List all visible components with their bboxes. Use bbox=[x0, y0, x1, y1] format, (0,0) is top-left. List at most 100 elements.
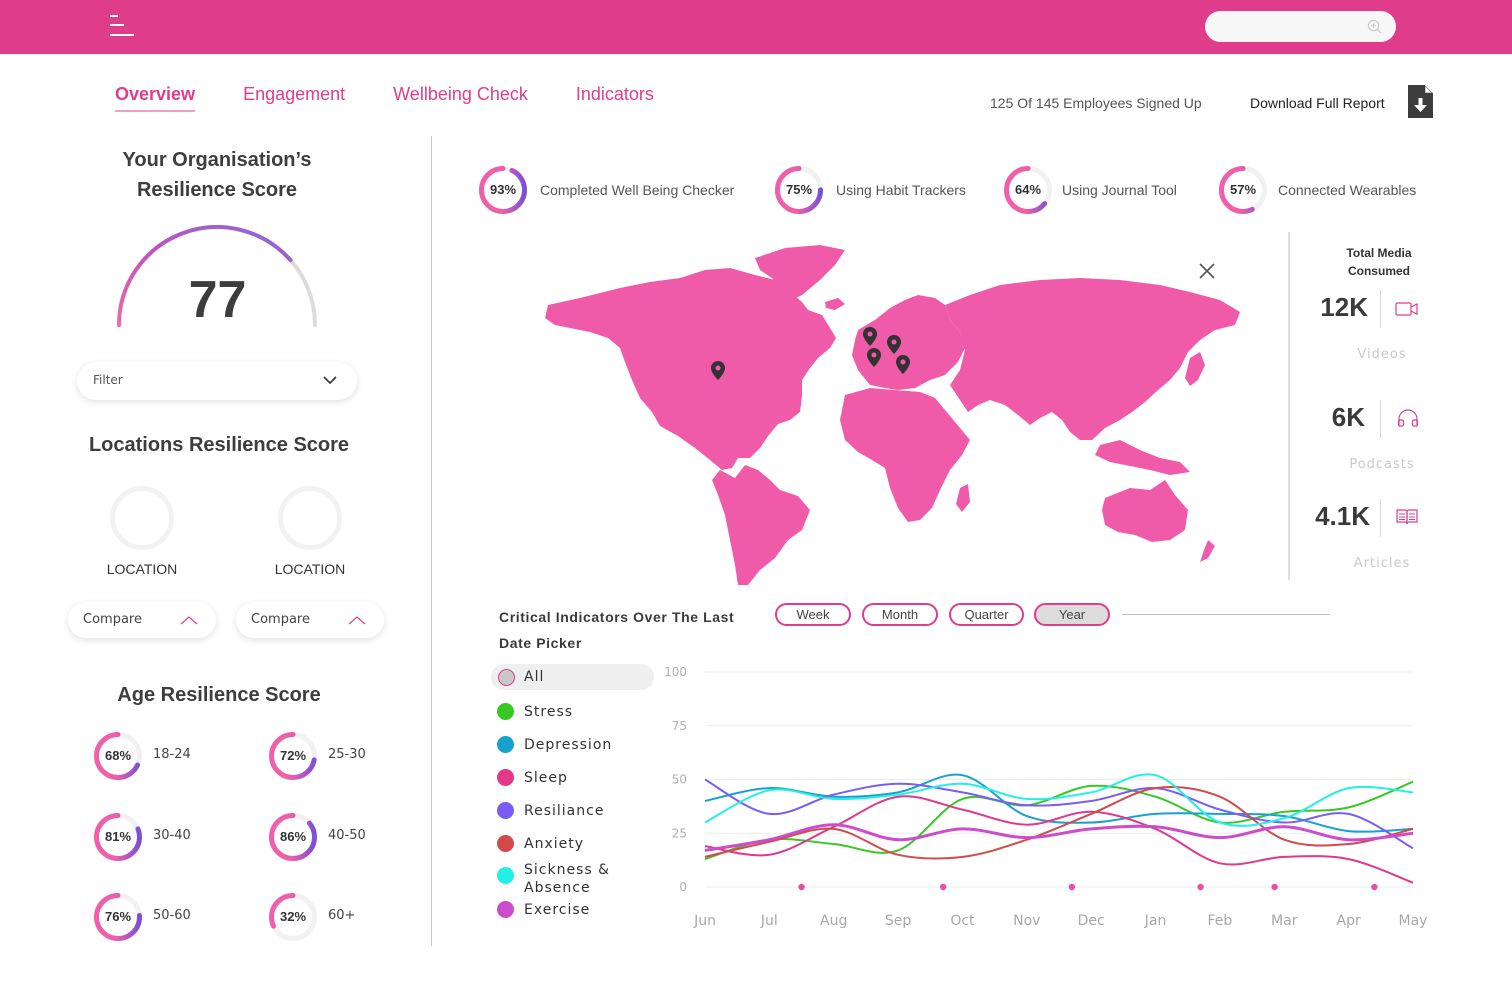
world-map bbox=[545, 245, 1240, 585]
tab-overview[interactable]: Overview bbox=[115, 84, 196, 112]
ring-percent: 57% bbox=[1229, 182, 1257, 197]
x-tick-label: Jan bbox=[1144, 913, 1167, 929]
date-picker-label[interactable]: Date Picker bbox=[499, 630, 734, 656]
engagement-stat-label: Completed Well Being Checker bbox=[540, 182, 735, 198]
period-month-button[interactable]: Month bbox=[862, 603, 938, 626]
y-tick-label: 25 bbox=[672, 826, 687, 840]
japan bbox=[1185, 352, 1205, 386]
age-score-ring: 81% bbox=[93, 812, 143, 862]
x-tick-label: Feb bbox=[1208, 913, 1233, 929]
legend-color-dot bbox=[497, 703, 514, 720]
chevron-up-icon bbox=[348, 616, 366, 625]
tab-indicators[interactable]: Indicators bbox=[576, 84, 654, 110]
southeast-asia bbox=[1095, 440, 1190, 475]
legend-label-line: Absence bbox=[524, 880, 591, 896]
x-tick-label: Aug bbox=[820, 913, 847, 929]
ring-percent: 32% bbox=[279, 909, 307, 924]
age-range-label: 18-24 bbox=[153, 747, 191, 762]
column-divider bbox=[431, 136, 432, 946]
engagement-stat-ring: 57% bbox=[1218, 165, 1268, 215]
period-year-button[interactable]: Year bbox=[1034, 603, 1110, 626]
location-score-ring bbox=[110, 486, 174, 550]
x-tick-label: Oct bbox=[950, 913, 975, 929]
compare-label: Compare bbox=[83, 612, 142, 627]
period-quarter-button[interactable]: Quarter bbox=[949, 603, 1024, 626]
legend-color-dot bbox=[497, 736, 514, 753]
y-tick-label: 0 bbox=[679, 880, 687, 894]
title-line: Consumed bbox=[1347, 264, 1410, 278]
location-score-ring bbox=[278, 486, 342, 550]
continents bbox=[545, 245, 1240, 585]
engagement-stat-ring: 75% bbox=[774, 165, 824, 215]
legend-color-dot bbox=[497, 769, 514, 786]
age-range-label: 25-30 bbox=[328, 747, 366, 762]
ring-percent: 86% bbox=[279, 829, 307, 844]
ring-percent: 76% bbox=[104, 909, 132, 924]
period-divider-line bbox=[1122, 614, 1330, 615]
download-report-link[interactable]: Download Full Report bbox=[1250, 95, 1385, 111]
event-marker[interactable] bbox=[1271, 883, 1278, 891]
legend-color-dot bbox=[498, 669, 515, 686]
age-score-title: Age Resilience Score bbox=[117, 684, 321, 706]
tab-wellbeing-check[interactable]: Wellbeing Check bbox=[393, 84, 528, 110]
employees-signed-up: 125 Of 145 Employees Signed Up bbox=[990, 95, 1202, 111]
close-icon[interactable] bbox=[1197, 261, 1217, 281]
ring-percent: 64% bbox=[1014, 182, 1042, 197]
zoom-in-search-icon[interactable] bbox=[1367, 19, 1382, 34]
tab-engagement[interactable]: Engagement bbox=[243, 84, 345, 110]
madagascar bbox=[956, 484, 970, 512]
legend-color-dot bbox=[497, 901, 514, 918]
open-book-icon bbox=[1396, 509, 1418, 525]
filter-dropdown[interactable]: Filter bbox=[77, 362, 357, 400]
video-camera-icon bbox=[1395, 302, 1418, 316]
legend-color-dot bbox=[497, 802, 514, 819]
ring-percent: 81% bbox=[104, 829, 132, 844]
search-input[interactable] bbox=[1205, 11, 1355, 42]
africa bbox=[840, 388, 970, 522]
legend-label: Anxiety bbox=[524, 836, 585, 852]
legend-color-dot bbox=[497, 867, 514, 884]
legend-item-all[interactable]: All bbox=[491, 664, 654, 690]
media-separator bbox=[1380, 290, 1381, 328]
title-line: Resilience Score bbox=[136, 179, 298, 201]
main-tabs: Overview Engagement Wellbeing Check Indi… bbox=[115, 84, 702, 112]
media-label: Videos bbox=[1357, 347, 1407, 362]
x-tick-label: Nov bbox=[1013, 913, 1040, 929]
x-tick-label: Dec bbox=[1078, 913, 1105, 929]
age-score-ring: 72% bbox=[268, 731, 318, 781]
event-marker[interactable] bbox=[939, 883, 947, 891]
iceland bbox=[825, 298, 845, 310]
media-title: Total Media Consumed bbox=[1330, 244, 1428, 280]
australia bbox=[1102, 480, 1188, 542]
event-marker[interactable] bbox=[1197, 883, 1204, 891]
legend-label-line: Sickness & bbox=[524, 862, 611, 878]
legend-label: Depression bbox=[524, 737, 613, 753]
hamburger-menu-icon[interactable] bbox=[110, 14, 136, 38]
compare-dropdown[interactable]: Compare bbox=[236, 602, 384, 638]
compare-dropdown[interactable]: Compare bbox=[68, 602, 216, 638]
legend-label: All bbox=[524, 669, 545, 685]
filter-label: Filter bbox=[93, 373, 123, 387]
ring-percent: 68% bbox=[104, 748, 132, 763]
south-america bbox=[712, 465, 810, 585]
media-value: 4.1K bbox=[1315, 501, 1370, 531]
media-value: 6K bbox=[1331, 402, 1365, 432]
y-tick-label: 75 bbox=[672, 719, 687, 733]
indicators-line-chart: 0 25 50 75 100 Jun Jul Aug Sep Oct Nov Dec Jan Feb Mar… bbox=[664, 665, 1427, 929]
legend-label: Sleep bbox=[524, 770, 568, 786]
top-bar bbox=[0, 0, 1512, 54]
ring-percent: 75% bbox=[785, 182, 813, 197]
event-marker[interactable] bbox=[1068, 883, 1076, 891]
media-separator bbox=[1380, 400, 1381, 438]
file-download-icon[interactable] bbox=[1408, 85, 1433, 118]
search-box[interactable] bbox=[1205, 11, 1396, 42]
ring-percent: 93% bbox=[489, 182, 517, 197]
period-week-button[interactable]: Week bbox=[775, 603, 851, 626]
x-tick-label: Jun bbox=[693, 913, 716, 929]
x-tick-label: Apr bbox=[1337, 913, 1361, 929]
event-marker[interactable] bbox=[798, 883, 805, 891]
media-label: Podcasts bbox=[1349, 457, 1415, 472]
event-marker[interactable] bbox=[1371, 883, 1378, 891]
age-score-ring: 86% bbox=[268, 812, 318, 862]
media-separator bbox=[1380, 499, 1381, 537]
